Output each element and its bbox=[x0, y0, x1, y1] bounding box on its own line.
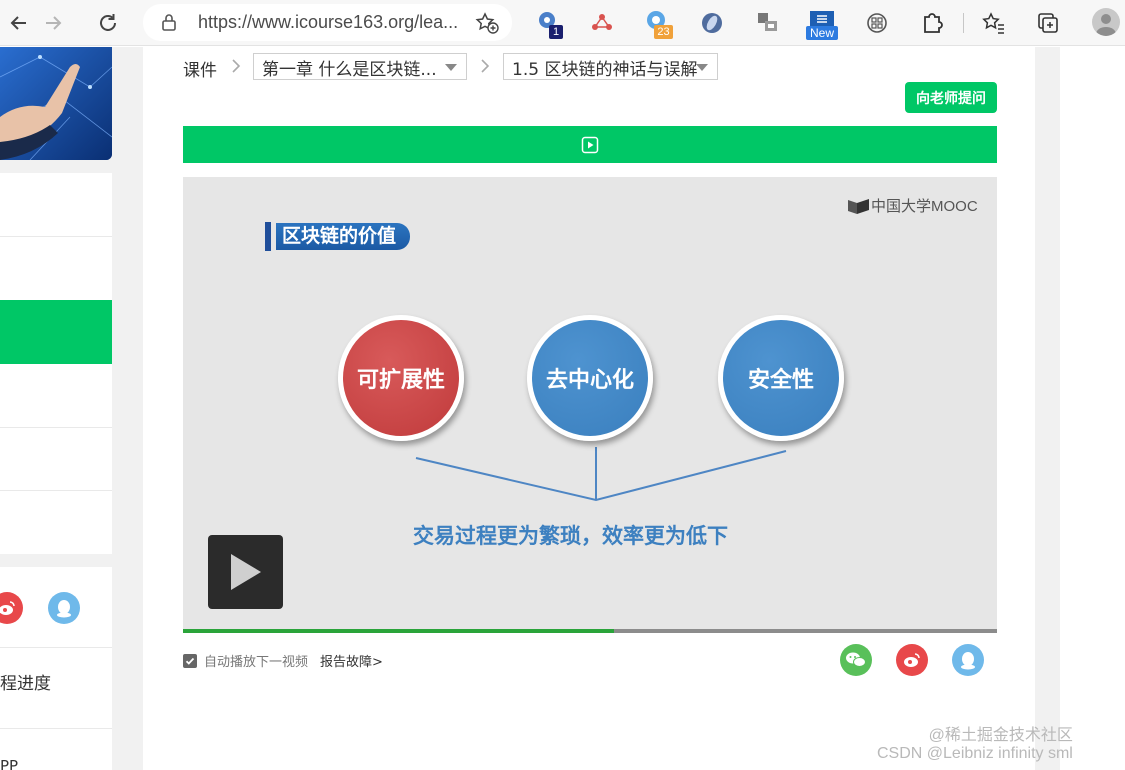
sidebar-item[interactable] bbox=[0, 173, 112, 237]
qq-share-button[interactable] bbox=[48, 592, 80, 624]
autoplay-label[interactable]: 自动播放下一视频 bbox=[204, 651, 308, 670]
caret-down-icon bbox=[696, 64, 708, 71]
qq-share-button[interactable] bbox=[952, 644, 984, 676]
arrow-right-icon bbox=[46, 16, 62, 30]
autoplay-row: 自动播放下一视频 报告故障> bbox=[183, 651, 383, 670]
extension-badge: 1 bbox=[549, 25, 563, 39]
network-icon bbox=[592, 14, 612, 30]
play-button[interactable] bbox=[208, 535, 283, 609]
sidebar-menu bbox=[0, 173, 112, 554]
video-progress-fill bbox=[183, 629, 615, 633]
star-list-icon bbox=[982, 12, 1004, 34]
sidebar-item[interactable] bbox=[0, 364, 112, 428]
watermark-line1: @稀土掘金技术社区 bbox=[928, 727, 1073, 744]
weibo-share-button[interactable] bbox=[896, 644, 928, 676]
sidebar-item-active[interactable] bbox=[0, 300, 112, 364]
qq-icon bbox=[57, 600, 71, 618]
app-download-link[interactable]: PP bbox=[0, 757, 18, 770]
wechat-share-button[interactable] bbox=[840, 644, 872, 676]
chevron-right-icon bbox=[481, 59, 490, 73]
slide-circle-decentralization: 去中心化 bbox=[527, 315, 653, 441]
ask-teacher-button[interactable]: 向老师提问 bbox=[905, 82, 997, 113]
sidebar-item[interactable] bbox=[0, 427, 112, 491]
breadcrumb-root[interactable]: 课件 bbox=[183, 56, 217, 81]
add-favorite-icon[interactable] bbox=[475, 12, 499, 34]
chapter-select[interactable]: 第一章 什么是区块链... bbox=[253, 53, 467, 80]
slide-caption: 交易过程更为繁琐，效率更为低下 bbox=[413, 524, 728, 548]
sidebar-item[interactable] bbox=[0, 491, 112, 555]
play-icon bbox=[230, 554, 261, 590]
extension-badge: 23 bbox=[654, 25, 673, 39]
url-text: https://www.icourse163.org/lea... bbox=[198, 12, 459, 32]
reload-icon bbox=[100, 14, 116, 31]
collections-button[interactable] bbox=[1032, 7, 1064, 39]
extension-badge: New bbox=[806, 26, 838, 40]
slide-circle-scalability: 可扩展性 bbox=[338, 315, 464, 441]
report-issue-link[interactable]: 报告故障> bbox=[320, 651, 383, 670]
extensions-button[interactable] bbox=[916, 7, 948, 39]
checkmark-icon bbox=[185, 657, 195, 665]
course-progress-link[interactable]: 程进度 bbox=[0, 669, 51, 694]
play-outline-icon bbox=[581, 136, 599, 153]
section-select-value: 1.5 区块链的神话与误解 bbox=[512, 60, 698, 80]
arrow-left-icon bbox=[10, 16, 26, 30]
video-progress-bar[interactable] bbox=[183, 629, 997, 633]
weibo-icon bbox=[904, 653, 920, 667]
extension-button[interactable]: 23 bbox=[641, 7, 673, 39]
right-panel bbox=[1060, 47, 1125, 770]
chapter-select-value: 第一章 什么是区块链... bbox=[262, 60, 437, 80]
section-select[interactable]: 1.5 区块链的神话与误解 bbox=[503, 53, 718, 80]
user-icon bbox=[1096, 14, 1116, 36]
profile-avatar[interactable] bbox=[1092, 8, 1120, 36]
course-sidebar: 程进度 PP bbox=[0, 47, 112, 770]
slide-circle-security: 安全性 bbox=[718, 315, 844, 441]
divider bbox=[0, 647, 112, 648]
wechat-icon bbox=[846, 652, 866, 667]
forward-button[interactable] bbox=[36, 6, 70, 40]
sidebar-lower-panel: 程进度 PP bbox=[0, 567, 112, 770]
extension-button[interactable] bbox=[861, 7, 893, 39]
screenshot-icon bbox=[758, 13, 777, 31]
browser-toolbar: https://www.icourse163.org/lea... 1 23 N… bbox=[0, 0, 1125, 46]
sidebar-item[interactable] bbox=[0, 237, 112, 301]
main-content: 课件 第一章 什么是区块链... 1.5 区块链的神话与误解 向老师提问 中国大… bbox=[143, 47, 1035, 770]
reload-button[interactable] bbox=[91, 6, 125, 40]
divider bbox=[0, 728, 112, 729]
watermark: @稀土掘金技术社区 CSDN @Leibniz infinity sml bbox=[877, 727, 1073, 763]
course-banner bbox=[0, 47, 112, 160]
chevron-right-icon bbox=[232, 59, 241, 73]
weibo-share-button[interactable] bbox=[0, 592, 23, 624]
toolbar-separator bbox=[963, 13, 964, 33]
video-player[interactable]: 中国大学MOOC 区块链的价值 可扩展性 去中心化 安全性 交易过程更为繁琐，效… bbox=[183, 177, 997, 629]
extension-button[interactable]: New bbox=[806, 7, 838, 40]
extension-button[interactable]: 1 bbox=[531, 7, 563, 39]
lock-icon bbox=[162, 14, 176, 31]
address-bar[interactable]: https://www.icourse163.org/lea... bbox=[143, 4, 512, 41]
puzzle-icon bbox=[924, 13, 943, 33]
course-banner-image bbox=[0, 47, 112, 160]
caret-down-icon bbox=[445, 64, 457, 71]
grid-circle-icon bbox=[867, 13, 887, 33]
back-button[interactable] bbox=[2, 6, 36, 40]
weibo-icon bbox=[0, 601, 15, 615]
app-root: https://www.icourse163.org/lea... 1 23 N… bbox=[0, 0, 1125, 770]
autoplay-checkbox[interactable] bbox=[183, 653, 197, 668]
extension-button[interactable] bbox=[751, 7, 783, 39]
favorites-button[interactable] bbox=[977, 7, 1009, 39]
extension-button[interactable] bbox=[696, 7, 728, 39]
watermark-line2: CSDN @Leibniz infinity sml bbox=[877, 745, 1073, 762]
extension-button[interactable] bbox=[586, 7, 618, 39]
collections-icon bbox=[1038, 13, 1058, 33]
qq-icon bbox=[961, 652, 975, 670]
video-tab-bar[interactable] bbox=[183, 126, 997, 163]
compass-icon bbox=[702, 13, 722, 33]
